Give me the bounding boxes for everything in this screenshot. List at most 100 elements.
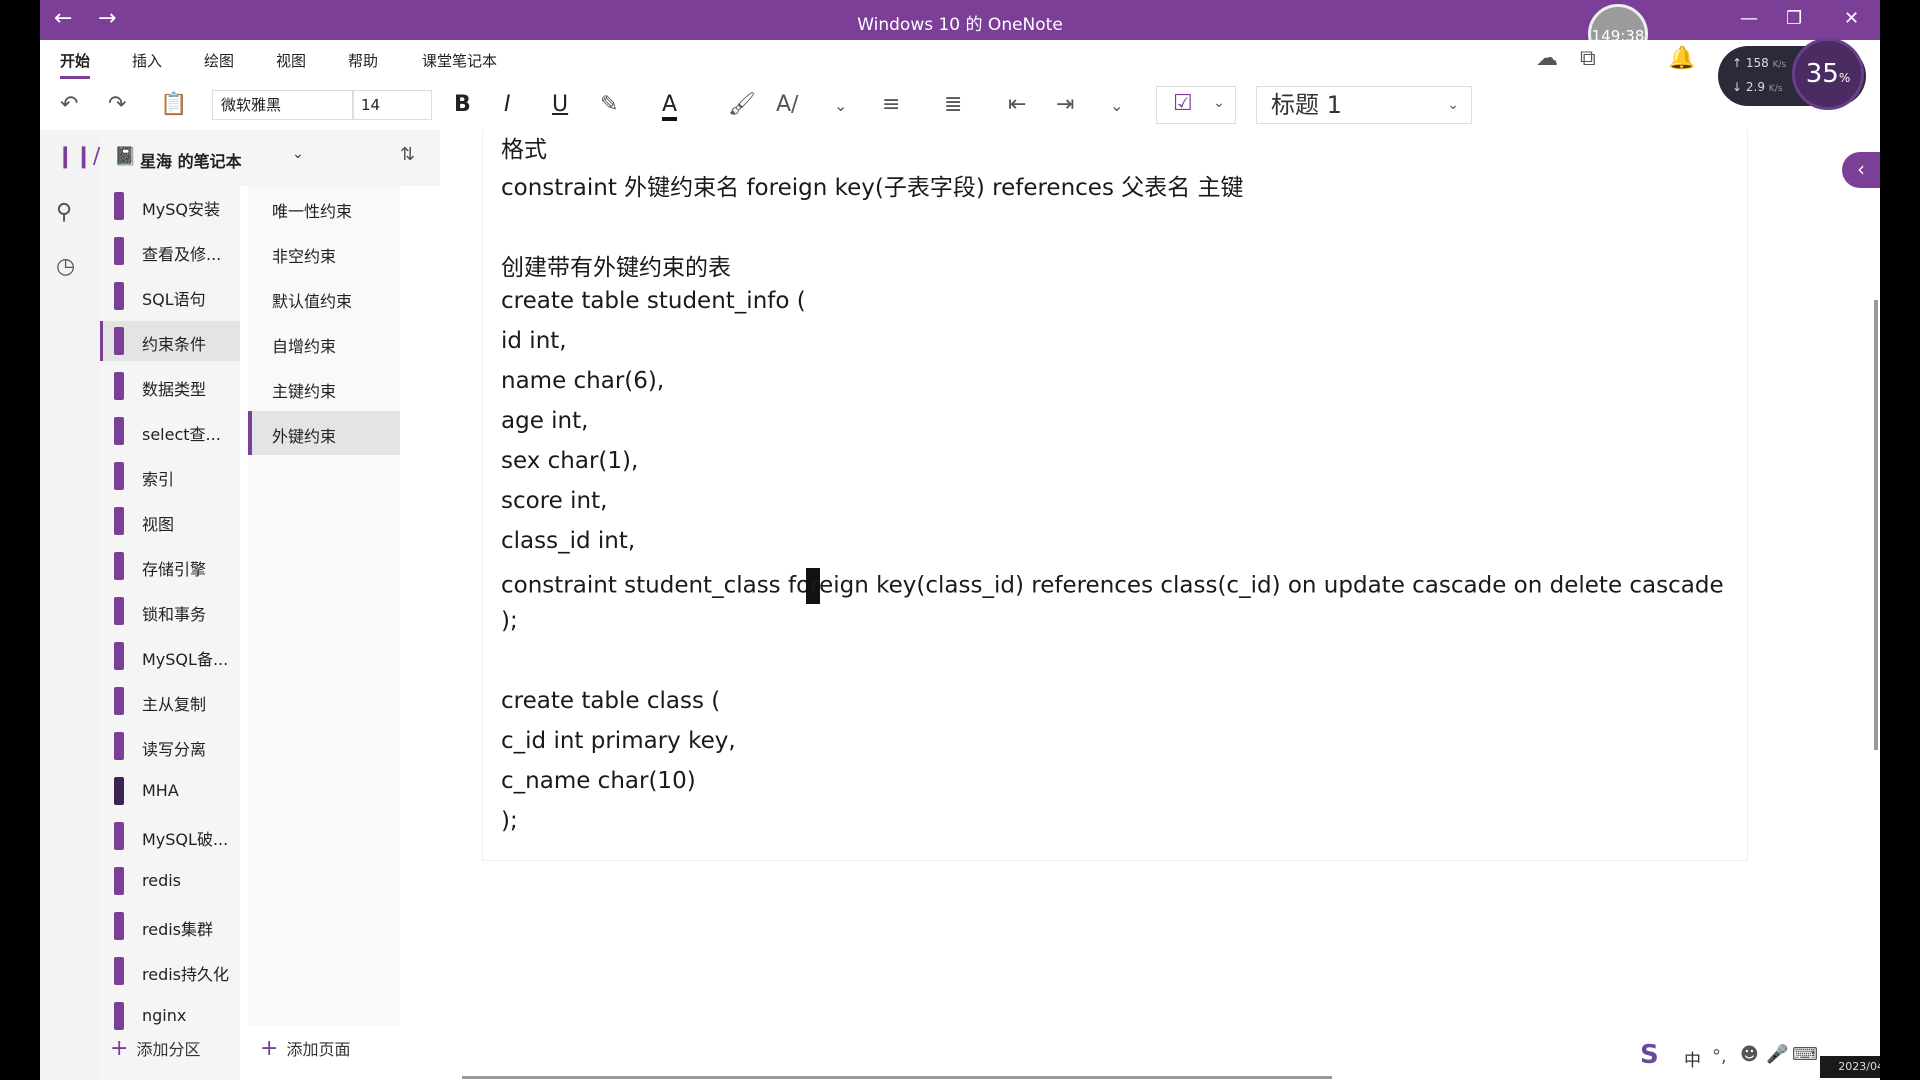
- bold-icon[interactable]: B: [454, 92, 471, 117]
- minimize-button[interactable]: —: [1740, 8, 1758, 29]
- note-line-with-cursor[interactable]: constraint student_class foreign key(cla…: [501, 568, 1724, 604]
- style-selector[interactable]: 标题 1 ⌄: [1256, 86, 1472, 124]
- tab-help[interactable]: 帮助: [348, 50, 378, 71]
- underline-icon[interactable]: U: [552, 92, 568, 117]
- page-item[interactable]: 非空约束: [248, 231, 400, 275]
- share-icon[interactable]: ⧉: [1580, 46, 1596, 71]
- collapse-panel-button[interactable]: ‹: [1842, 152, 1880, 188]
- section-item[interactable]: select查...: [100, 411, 240, 451]
- sort-icon[interactable]: ⇅: [400, 144, 415, 165]
- vertical-scrollbar[interactable]: [1874, 300, 1878, 750]
- section-item[interactable]: SQL语句: [100, 276, 240, 316]
- keyboard-icon[interactable]: ⌨: [1792, 1044, 1818, 1065]
- bullet-list-icon[interactable]: ≡: [882, 92, 900, 117]
- note-line[interactable]: id int,: [501, 328, 567, 354]
- note-line[interactable]: c_id int primary key,: [501, 728, 736, 754]
- page-item[interactable]: 自增约束: [248, 321, 400, 365]
- page-item[interactable]: 唯一性约束: [248, 186, 400, 230]
- todo-checkbox-button[interactable]: ☑ ⌄: [1156, 86, 1236, 124]
- add-page-button[interactable]: + 添加页面: [260, 1036, 350, 1061]
- note-line[interactable]: age int,: [501, 408, 588, 434]
- numbered-list-icon[interactable]: ≣: [944, 92, 962, 117]
- tab-view[interactable]: 视图: [276, 50, 306, 71]
- section-item[interactable]: redis: [100, 861, 240, 901]
- section-item[interactable]: redis持久化: [100, 951, 240, 991]
- tab-draw[interactable]: 绘图: [204, 50, 234, 71]
- note-line[interactable]: create table class (: [501, 688, 720, 714]
- note-line[interactable]: );: [501, 808, 518, 834]
- font-size-field[interactable]: 14: [352, 90, 432, 120]
- microphone-icon[interactable]: 🎤: [1766, 1044, 1788, 1065]
- punctuation-icon[interactable]: °,: [1712, 1046, 1727, 1067]
- section-item[interactable]: 索引: [100, 456, 240, 496]
- note-line[interactable]: constraint 外键约束名 foreign key(子表字段) refer…: [501, 168, 1244, 202]
- page-item[interactable]: 默认值约束: [248, 276, 400, 320]
- ime-language[interactable]: 中: [1684, 1046, 1701, 1071]
- note-line[interactable]: class_id int,: [501, 528, 635, 554]
- note-line[interactable]: create table student_info (: [501, 288, 806, 314]
- note-line[interactable]: score int,: [501, 488, 607, 514]
- notebook-header[interactable]: 📓 星海 的笔记本 ⌄ ⇅: [100, 130, 440, 186]
- sections-pane: MySQ安装 查看及修... SQL语句 约束条件 数据类型 select查..…: [100, 130, 240, 1080]
- note-line[interactable]: sex char(1),: [501, 448, 638, 474]
- notebook-icon: 📓: [114, 146, 137, 167]
- notebooks-icon[interactable]: ❙❙∕: [56, 144, 100, 169]
- section-item[interactable]: 视图: [100, 501, 240, 541]
- tab-insert[interactable]: 插入: [132, 50, 162, 71]
- section-item[interactable]: 存储引擎: [100, 546, 240, 586]
- left-rail: ❙❙∕ ⚲ ◷: [40, 130, 100, 1080]
- pages-pane: 唯一性约束 非空约束 默认值约束 自增约束 主键约束 外键约束: [248, 186, 400, 1026]
- ribbon-tabs: 开始 插入 绘图 视图 帮助 课堂笔记本 ☁ ⧉ 🔔: [40, 40, 1880, 80]
- chevron-down-icon: ⌄: [1213, 95, 1225, 111]
- chevron-left-icon: ‹: [1857, 157, 1865, 181]
- tab-class-notebook[interactable]: 课堂笔记本: [422, 50, 497, 71]
- section-item[interactable]: 数据类型: [100, 366, 240, 406]
- section-item[interactable]: MySQ安装: [100, 186, 240, 226]
- undo-icon[interactable]: ↶: [60, 92, 78, 117]
- section-item[interactable]: redis集群: [100, 906, 240, 946]
- add-section-button[interactable]: + 添加分区: [110, 1036, 200, 1061]
- section-item[interactable]: 主从复制: [100, 681, 240, 721]
- section-item[interactable]: MHA: [100, 771, 240, 811]
- chevron-down-icon[interactable]: ⌄: [1110, 96, 1123, 115]
- section-item[interactable]: 锁和事务: [100, 591, 240, 631]
- increase-indent-icon[interactable]: ⇥: [1056, 92, 1074, 117]
- search-icon[interactable]: ⚲: [56, 200, 72, 225]
- note-line[interactable]: name char(6),: [501, 368, 664, 394]
- horizontal-scrollbar[interactable]: [462, 1076, 1332, 1079]
- font-name-field[interactable]: 微软雅黑: [212, 90, 354, 120]
- sync-icon[interactable]: ☁: [1536, 46, 1558, 71]
- note-line[interactable]: c_name char(10): [501, 768, 696, 794]
- section-item[interactable]: 读写分离: [100, 726, 240, 766]
- recent-clock-icon[interactable]: ◷: [56, 254, 75, 279]
- chevron-down-icon: ⌄: [292, 146, 304, 162]
- font-color-icon[interactable]: A: [662, 92, 678, 121]
- restore-button[interactable]: ❐: [1786, 8, 1802, 29]
- clipboard-icon[interactable]: 📋: [160, 92, 187, 117]
- section-item[interactable]: nginx: [100, 996, 240, 1036]
- redo-icon[interactable]: ↷: [108, 92, 126, 117]
- text-style-icon[interactable]: A∕: [776, 92, 798, 117]
- highlighter-icon[interactable]: ✎: [600, 92, 618, 117]
- chevron-down-icon[interactable]: ⌄: [834, 96, 847, 115]
- page-item[interactable]: 主键约束: [248, 366, 400, 410]
- page-canvas[interactable]: 格式 constraint 外键约束名 foreign key(子表字段) re…: [440, 130, 1880, 1080]
- close-button[interactable]: ✕: [1844, 8, 1859, 29]
- decrease-indent-icon[interactable]: ⇤: [1008, 92, 1026, 117]
- note-container[interactable]: 格式 constraint 外键约束名 foreign key(子表字段) re…: [482, 130, 1748, 861]
- note-line[interactable]: 格式: [501, 130, 547, 164]
- section-item-active[interactable]: 约束条件: [100, 321, 240, 361]
- notebook-title: 星海 的笔记本: [140, 152, 242, 171]
- section-item[interactable]: 查看及修...: [100, 231, 240, 271]
- bell-icon[interactable]: 🔔: [1668, 46, 1695, 71]
- section-item[interactable]: MySQL备...: [100, 636, 240, 676]
- tab-home[interactable]: 开始: [60, 50, 91, 79]
- italic-icon[interactable]: I: [504, 92, 511, 117]
- note-line[interactable]: );: [501, 608, 518, 634]
- section-item[interactable]: MySQL破...: [100, 816, 240, 856]
- emoji-icon[interactable]: ☻: [1740, 1044, 1759, 1065]
- sogou-logo-icon[interactable]: S: [1640, 1040, 1659, 1070]
- note-line[interactable]: 创建带有外键约束的表: [501, 248, 731, 282]
- format-painter-icon[interactable]: 🖌: [728, 92, 756, 117]
- page-item-active[interactable]: 外键约束: [248, 411, 400, 455]
